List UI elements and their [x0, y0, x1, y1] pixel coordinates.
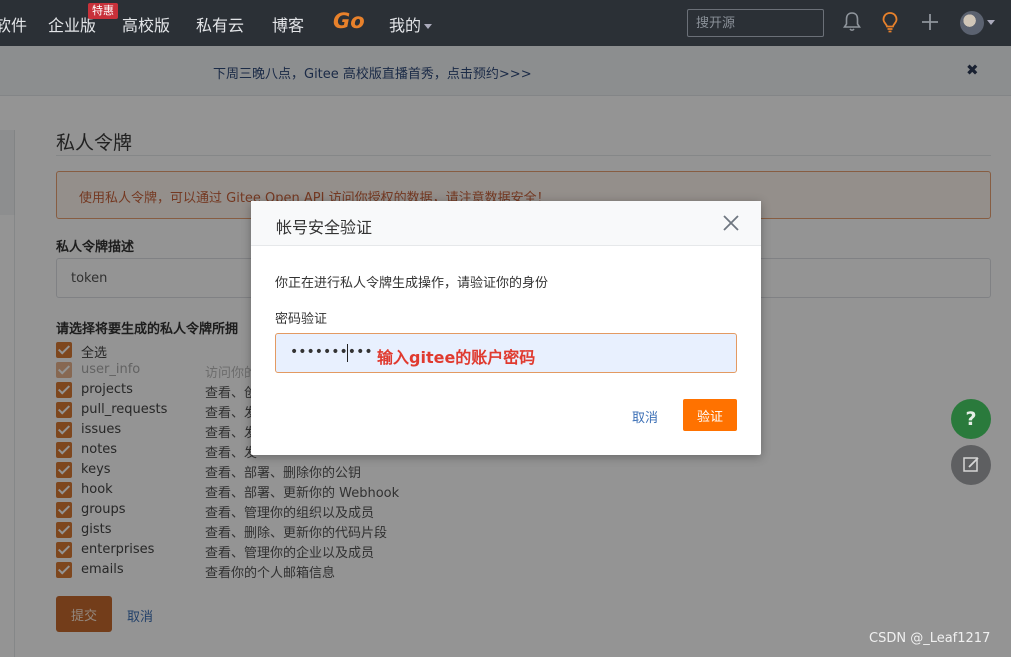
dialog-cancel-link[interactable]: 取消 — [632, 407, 658, 426]
password-label: 密码验证 — [275, 312, 328, 327]
avatar-chevron-down-icon[interactable] — [987, 20, 995, 25]
lightbulb-icon[interactable] — [880, 11, 900, 37]
avatar[interactable] — [960, 11, 984, 35]
verify-button[interactable]: 验证 — [683, 399, 737, 431]
password-field[interactable]: •••••••••• 输入gitee的账户密码 — [275, 333, 737, 373]
search-input[interactable] — [687, 9, 824, 37]
nav-item-mine[interactable]: 我的 — [389, 12, 433, 36]
nav-mine-label: 我的 — [389, 16, 422, 35]
nav-item-blog[interactable]: 博客 — [272, 12, 304, 36]
nav-item-software[interactable]: 软件 — [0, 12, 27, 36]
password-value: •••••••••• — [290, 344, 373, 360]
dialog-header: 帐号安全验证 — [251, 201, 761, 246]
watermark: CSDN @_Leaf1217 — [869, 631, 991, 646]
verification-dialog: 帐号安全验证 你正在进行私人令牌生成操作，请验证你的身份 密码验证 ••••••… — [251, 201, 761, 455]
plus-icon[interactable] — [920, 11, 940, 37]
top-navbar: 软件 企业版 特惠 高校版 私有云 博客 Go 我的 — [0, 0, 1011, 46]
bell-icon[interactable] — [842, 11, 862, 37]
help-button[interactable]: ? — [951, 399, 991, 439]
annotation-text: 输入gitee的账户密码 — [377, 348, 536, 367]
go-logo[interactable]: Go — [333, 9, 365, 33]
hot-badge: 特惠 — [88, 3, 118, 19]
dialog-description: 你正在进行私人令牌生成操作，请验证你的身份 — [275, 276, 549, 291]
dialog-title: 帐号安全验证 — [276, 218, 373, 237]
nav-item-private-cloud[interactable]: 私有云 — [196, 12, 244, 36]
text-cursor — [347, 344, 348, 362]
close-icon[interactable] — [721, 213, 741, 233]
chevron-down-icon — [424, 24, 433, 29]
edit-icon — [963, 457, 979, 472]
feedback-button[interactable] — [951, 445, 991, 485]
nav-item-education[interactable]: 高校版 — [122, 12, 170, 36]
